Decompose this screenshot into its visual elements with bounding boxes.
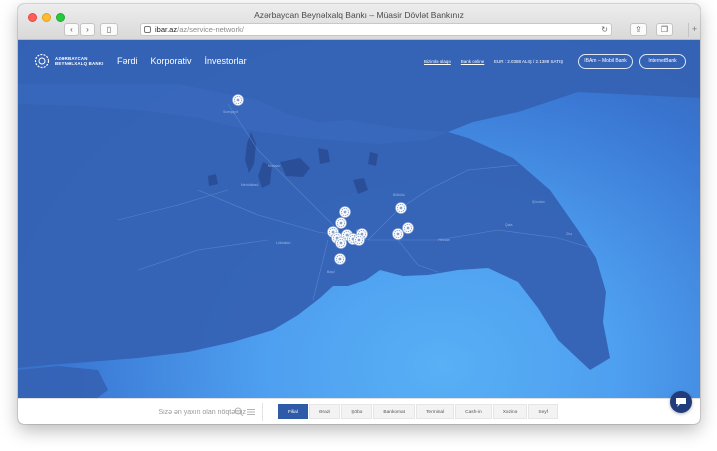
branch-pin-icon[interactable]: [392, 227, 404, 240]
bank-logo[interactable]: AZƏRBAYCAN BEYNƏLXALQ BANKI: [34, 53, 115, 69]
place-label: Şüvəlan: [532, 200, 545, 204]
title-bar: Azərbaycan Beynəlxalq Bankı – Müasir Döv…: [18, 4, 700, 40]
sidebar-button[interactable]: ▯: [100, 23, 118, 36]
chevron-right-icon: ›: [86, 25, 89, 34]
url-path: /az/service-network/: [177, 25, 244, 34]
main-nav: Fərdi Korporativ İnvestorlar: [117, 56, 247, 66]
chat-bubble-icon: [676, 398, 686, 407]
nav-individual[interactable]: Fərdi: [117, 56, 138, 66]
filter-tab[interactable]: Bankomat: [373, 404, 416, 419]
search-icon[interactable]: [234, 407, 244, 417]
site-header: AZƏRBAYCAN BEYNƏLXALQ BANKI Fərdi Korpor…: [18, 40, 700, 84]
chevron-left-icon: ‹: [70, 25, 73, 34]
place-label: Bülbülə: [393, 193, 405, 197]
place-label: Mehdiabad: [241, 183, 259, 187]
site-settings-icon: [144, 26, 151, 33]
mobile-bank-button[interactable]: IBAm – Mobil Bank: [578, 54, 633, 69]
place-label: Lökbatan: [276, 241, 291, 245]
url-host: ibar.az: [155, 25, 178, 34]
list-view-icon[interactable]: [246, 407, 256, 417]
header-links: Bizimlə əlaqə Bank online: [424, 59, 484, 64]
address-bar[interactable]: ibar.az/az/service-network/ ↻: [140, 23, 612, 36]
tabs-overview-button[interactable]: ❐: [656, 23, 673, 36]
sidebar-icon: ▯: [106, 25, 112, 34]
filter-tab[interactable]: Şöbə: [341, 404, 373, 419]
filter-tab[interactable]: Xəzinə: [492, 404, 528, 419]
nav-corporate[interactable]: Korporativ: [151, 56, 192, 66]
nav-investors[interactable]: İnvestorlar: [205, 56, 247, 66]
place-label: Masazır: [268, 164, 281, 168]
reload-icon[interactable]: ↻: [601, 24, 608, 35]
filter-tab[interactable]: Filial: [278, 404, 308, 419]
place-label: Zirə: [566, 232, 573, 236]
share-button[interactable]: ⇪: [630, 23, 647, 36]
divider: [262, 403, 263, 421]
place-label: Qala: [505, 223, 513, 227]
back-button[interactable]: ‹: [64, 23, 79, 36]
logo-text: AZƏRBAYCAN BEYNƏLXALQ BANKI: [55, 56, 115, 67]
bank-online-link[interactable]: Bank online: [461, 59, 485, 64]
branch-pin-icon[interactable]: [353, 233, 365, 246]
bank-emblem-icon: [34, 53, 50, 69]
place-label: Hövsan: [438, 238, 450, 242]
tabs-icon: ❐: [660, 25, 669, 34]
share-icon: ⇪: [635, 25, 642, 34]
filter-tab[interactable]: Terminal: [416, 404, 455, 419]
internet-bank-button[interactable]: InternetBank: [639, 54, 686, 69]
filter-tab[interactable]: Seyf: [528, 404, 558, 419]
new-tab-button[interactable]: +: [688, 23, 700, 37]
nearest-point-search-input[interactable]: [38, 404, 258, 420]
branch-pin-icon[interactable]: [335, 236, 347, 249]
browser-window: Azərbaycan Beynəlxalq Bankı – Müasir Döv…: [18, 4, 700, 424]
filter-tab[interactable]: Cash-in: [455, 404, 492, 419]
branch-pin-icon[interactable]: [395, 201, 407, 214]
filter-tab[interactable]: Ərazi: [308, 404, 341, 419]
chat-button[interactable]: [670, 391, 692, 413]
window-title: Azərbaycan Beynəlxalq Bankı – Müasir Döv…: [254, 10, 464, 20]
place-label: Bayıl: [327, 270, 335, 274]
logo-line-2: BEYNƏLXALQ BANKI: [55, 61, 104, 66]
page-content: SumqayıtMasazırMehdiabadBakıBülbüləHövsa…: [18, 40, 700, 424]
contact-link[interactable]: Bizimlə əlaqə: [424, 59, 451, 64]
currency-rate: EUR : 2.0388 ALIŞ / 2.1389 SATIŞ: [494, 59, 564, 64]
place-label: Sumqayıt: [223, 110, 238, 114]
plus-icon: +: [691, 24, 698, 34]
map-filter-bar: FilialƏraziŞöbəBankomatTerminalCash-inXə…: [18, 398, 700, 424]
filter-tabs: Filial Ərazi Şöbə Bankomat Terminal Cash-in Xə…: [278, 404, 558, 419]
branch-pin-icon[interactable]: [232, 93, 244, 106]
branch-pin-icon[interactable]: [334, 252, 346, 265]
forward-button[interactable]: ›: [80, 23, 95, 36]
